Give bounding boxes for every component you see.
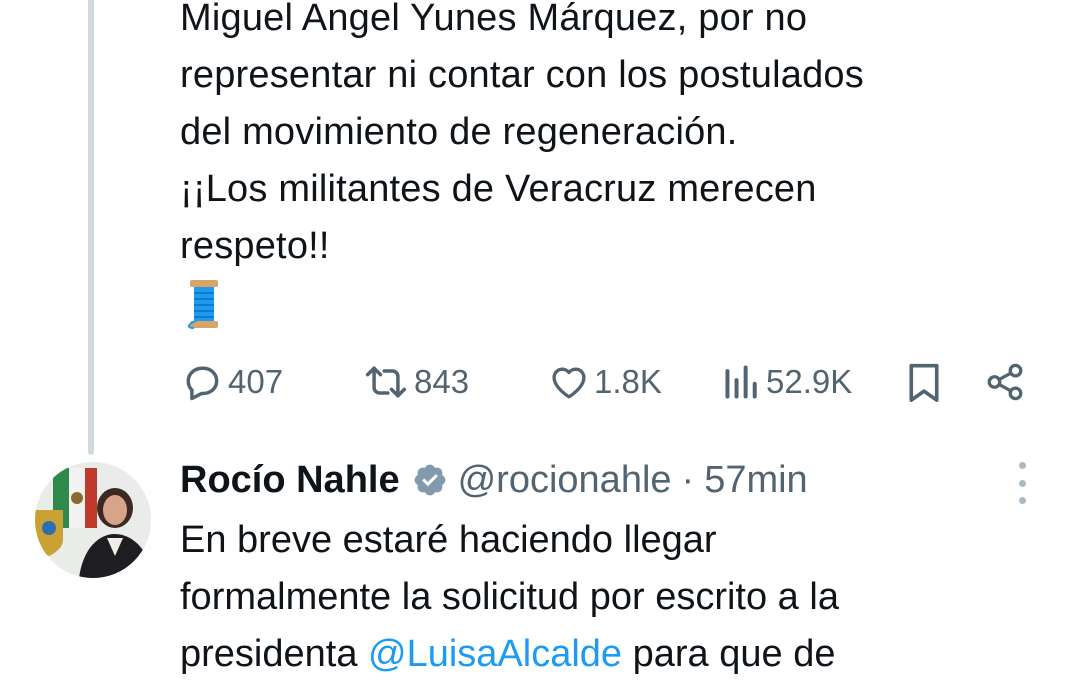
reply-text-line: En breve estaré haciendo llegar bbox=[180, 519, 717, 561]
reply-count: 407 bbox=[228, 363, 284, 400]
reply-text-line: presidenta @LuisaAlcalde para que de bbox=[180, 626, 1040, 683]
tweet-action-bar: 407 843 1.8K 52.9K bbox=[0, 352, 1080, 412]
thread-spool-icon bbox=[182, 278, 226, 330]
retweet-icon bbox=[362, 360, 410, 404]
tweet-text-line: representar ni contar con los postulados bbox=[180, 54, 864, 96]
retweet-count: 843 bbox=[414, 363, 470, 400]
reply-text-fragment: presidenta bbox=[180, 633, 369, 675]
views-icon bbox=[722, 360, 762, 404]
timestamp[interactable]: 57min bbox=[704, 459, 808, 502]
tweet-text-line: respeto!! bbox=[180, 225, 330, 267]
verified-badge-icon bbox=[412, 462, 448, 498]
reply-icon bbox=[180, 360, 224, 404]
reply-button[interactable]: 407 bbox=[180, 352, 283, 412]
reply-text-line: formalmente la solicitud por escrito a l… bbox=[180, 576, 839, 618]
separator-dot: · bbox=[681, 458, 695, 501]
share-button[interactable] bbox=[984, 352, 1026, 412]
heart-icon bbox=[548, 360, 590, 404]
tweet-text: Miguel Angel Yunes Márquez, por no repre… bbox=[180, 0, 1040, 275]
bookmark-icon bbox=[904, 360, 944, 404]
retweet-button[interactable]: 843 bbox=[362, 352, 469, 412]
reply-tweet[interactable]: Rocío Nahle @rocionahle · 57min En breve… bbox=[0, 440, 1080, 675]
tweet-text-line: del movimiento de regeneración. bbox=[180, 111, 738, 153]
bookmark-button[interactable] bbox=[904, 352, 944, 412]
like-button[interactable]: 1.8K bbox=[548, 352, 662, 412]
reply-text: En breve estaré haciendo llegar formalme… bbox=[180, 512, 1040, 683]
reply-text-fragment: para que de bbox=[622, 633, 836, 675]
tweet-text-line: Miguel Angel Yunes Márquez, por no bbox=[180, 0, 808, 39]
reply-header: Rocío Nahle @rocionahle · 57min bbox=[180, 454, 808, 506]
author-handle[interactable]: @rocionahle bbox=[458, 459, 672, 502]
like-count: 1.8K bbox=[594, 363, 662, 400]
more-options-icon[interactable] bbox=[1008, 462, 1036, 504]
tweet-text-line: ¡¡Los militantes de Veracruz merecen bbox=[180, 168, 817, 210]
mention-link[interactable]: @LuisaAlcalde bbox=[368, 633, 622, 675]
views-count: 52.9K bbox=[766, 363, 853, 400]
author-name[interactable]: Rocío Nahle bbox=[180, 459, 400, 502]
views-button[interactable]: 52.9K bbox=[722, 352, 852, 412]
share-icon bbox=[984, 360, 1026, 404]
avatar[interactable] bbox=[35, 462, 151, 578]
